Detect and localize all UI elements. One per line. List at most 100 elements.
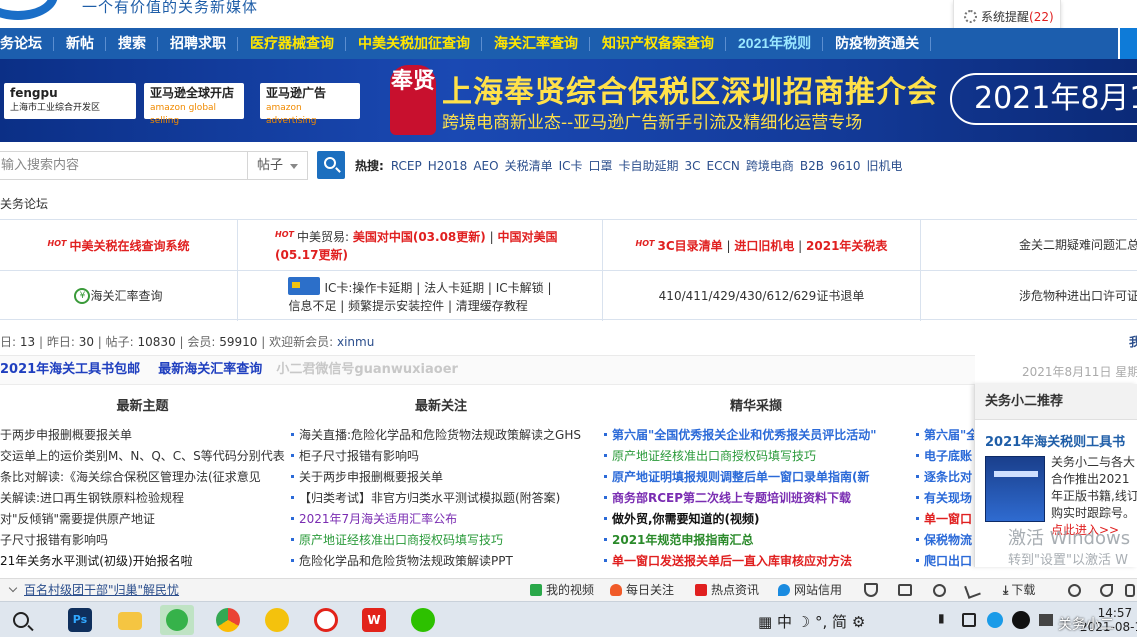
- list-item[interactable]: 21年关务水平测试(初级)开始报名啦: [0, 551, 285, 572]
- nav-item-medical[interactable]: 医疗器械查询: [238, 28, 346, 59]
- quick-link-tariff-query[interactable]: HOT 中美关税在线查询系统: [0, 220, 238, 270]
- nav-item-tariff-2021[interactable]: 2021年税则: [726, 28, 824, 59]
- list-item[interactable]: 2021年7月海关适用汇率公布: [291, 509, 591, 530]
- quick-link-certificate[interactable]: 410/411/429/430/612/629证书退单: [603, 271, 921, 321]
- nav-item-jobs[interactable]: 招聘求职: [158, 28, 238, 59]
- book-cover-image[interactable]: [985, 456, 1045, 522]
- list-item[interactable]: 电子底账: [916, 446, 976, 467]
- search-input[interactable]: 输入搜索内容: [0, 151, 248, 180]
- pin-icon[interactable]: [964, 582, 981, 599]
- recommend-book-title[interactable]: 2021年海关税则工具书: [985, 431, 1125, 450]
- search-icon[interactable]: [13, 612, 29, 628]
- nav-item-ip[interactable]: 知识产权备案查询: [590, 28, 726, 59]
- list-item[interactable]: 关于两步申报删概要报关单: [291, 467, 591, 488]
- promo-link-exchange[interactable]: 最新海关汇率查询: [158, 362, 262, 377]
- list-item[interactable]: 第六届"全: [916, 425, 976, 446]
- system-notice-popup[interactable]: 系统提醒(22): [953, 0, 1061, 31]
- list-item[interactable]: 【归类考试】非官方归类水平测试模拟题(附答案): [291, 488, 591, 509]
- list-item[interactable]: 关解读:进口再生钢铁原料检验规程: [0, 488, 285, 509]
- list-item[interactable]: 柜子尺寸报错有影响吗: [291, 446, 591, 467]
- hot-term[interactable]: 卡自助延期: [619, 159, 679, 173]
- list-item[interactable]: 原产地证明填报规则调整后单一窗口录单指南(新: [604, 467, 908, 488]
- list-item[interactable]: 海关直播:危险化学品和危险货物法规政策解读之GHS: [291, 425, 591, 446]
- list-item[interactable]: 子尺寸报错有影响吗: [0, 530, 285, 551]
- battery-icon[interactable]: ▮: [938, 611, 945, 625]
- settings-icon[interactable]: [1125, 584, 1135, 597]
- my-video-button[interactable]: 我的视频: [530, 579, 594, 601]
- list-item[interactable]: 有关现场: [916, 488, 976, 509]
- news-ticker[interactable]: 百名村级团干部"归巢"解民忧: [8, 579, 179, 601]
- nav-item-new-posts[interactable]: 新帖: [54, 28, 106, 59]
- browser-360-active-icon[interactable]: [160, 605, 194, 635]
- site-logo[interactable]: [0, 0, 58, 20]
- quick-link-jinguan[interactable]: 金关二期疑难问题汇总: [921, 220, 1137, 270]
- nav-item-exchange[interactable]: 海关汇率查询: [482, 28, 590, 59]
- quick-link-ic-card[interactable]: IC卡:操作卡延期 | 法人卡延期 | IC卡解锁 | 信息不足 | 频繁提示安装…: [238, 271, 603, 321]
- ime-tray[interactable]: ▦ 中 ☽ °, 简 ⚙: [758, 611, 865, 632]
- wechat-icon[interactable]: [411, 608, 435, 632]
- list-item[interactable]: 原产地证经核准出口商授权码填写技巧: [604, 446, 908, 467]
- hot-news-button[interactable]: 热点资讯: [695, 579, 759, 601]
- list-item[interactable]: 商务部RCEP第二次线上专题培训班资料下载: [604, 488, 908, 509]
- search-button[interactable]: [317, 151, 345, 179]
- browser-icon[interactable]: [265, 608, 289, 632]
- list-item[interactable]: 第六届"全国优秀报关企业和优秀报关员评比活动": [604, 425, 908, 446]
- ad-banner[interactable]: fengpu 上海市工业综合开发区 亚马逊全球开店 amazon global se…: [0, 59, 1137, 142]
- list-item[interactable]: 单一窗口发送报关单后一直入库审核应对方法: [604, 551, 908, 572]
- qq-icon[interactable]: [1012, 611, 1030, 629]
- shield-icon[interactable]: [864, 583, 878, 597]
- hot-term[interactable]: ECCN: [707, 159, 740, 173]
- quick-link-3c[interactable]: HOT 3C目录清单 | 进口旧机电 | 2021年关税表: [603, 220, 921, 270]
- hot-term[interactable]: 旧机电: [867, 159, 903, 173]
- new-member-link[interactable]: xinmu: [337, 335, 374, 349]
- hot-term[interactable]: IC卡: [559, 159, 583, 173]
- app-red-icon[interactable]: [314, 608, 338, 632]
- hot-term[interactable]: 9610: [830, 159, 861, 173]
- hot-term[interactable]: RCEP: [391, 159, 422, 173]
- nav-item-search[interactable]: 搜索: [106, 28, 158, 59]
- photoshop-icon[interactable]: Ps: [68, 608, 92, 632]
- quick-link-exchange[interactable]: ¥ 海关汇率查询: [0, 271, 238, 321]
- hot-term[interactable]: 3C: [685, 159, 701, 173]
- hot-term[interactable]: AEO: [473, 159, 498, 173]
- list-item[interactable]: 逐条比对: [916, 467, 976, 488]
- keyboard-icon[interactable]: [962, 613, 976, 627]
- list-item[interactable]: 爬口出口: [916, 551, 976, 572]
- quick-link-trade[interactable]: HOT 中美贸易: 美国对中国(03.08更新) | 中国对美国(05.17更新): [238, 220, 603, 270]
- refresh-icon[interactable]: [1068, 584, 1081, 597]
- my-link[interactable]: 我: [1129, 333, 1137, 350]
- list-item[interactable]: 对"反倾销"需要提供原产地证: [0, 509, 285, 530]
- folder-icon[interactable]: [118, 612, 142, 630]
- daily-focus-button[interactable]: 每日关注: [610, 579, 674, 601]
- search-scope-select[interactable]: 帖子: [248, 151, 308, 180]
- list-item[interactable]: 原产地证经核准出口商授权码填写技巧: [291, 530, 591, 551]
- speed-icon[interactable]: [933, 584, 946, 597]
- quick-link-species[interactable]: 涉危物种进出口许可证: [921, 271, 1137, 321]
- chrome-icon[interactable]: [216, 608, 240, 632]
- list-item[interactable]: 做外贸,你需要知道的(视频): [604, 509, 908, 530]
- volume-icon[interactable]: [1039, 614, 1053, 626]
- list-item[interactable]: 危险化学品和危险货物法规政策解读PPT: [291, 551, 591, 572]
- list-item[interactable]: 2021年规范申报指南汇总: [604, 530, 908, 551]
- nav-edge-button[interactable]: [1118, 28, 1137, 59]
- image-icon[interactable]: [898, 584, 912, 596]
- site-credit-button[interactable]: 网站信用: [778, 579, 842, 601]
- breadcrumb[interactable]: 关务论坛: [0, 195, 48, 212]
- network-icon[interactable]: [987, 612, 1003, 628]
- nav-item-forum[interactable]: 务论坛: [0, 28, 54, 59]
- history-icon[interactable]: [1100, 584, 1113, 597]
- nav-item-epidemic[interactable]: 防疫物资通关: [823, 28, 932, 59]
- list-item[interactable]: 交运单上的运价类别M、N、Q、C、S等代码分别代表: [0, 446, 285, 467]
- promo-link-tools[interactable]: 2021年海关工具书包邮: [0, 362, 140, 377]
- list-item[interactable]: 保税物流: [916, 530, 976, 551]
- download-button[interactable]: ⤓ 下载: [1003, 579, 1035, 601]
- hot-term[interactable]: 关税清单: [505, 159, 553, 173]
- hot-term[interactable]: B2B: [800, 159, 824, 173]
- list-item[interactable]: 条比对解读:《海关综合保税区管理办法(征求意见: [0, 467, 285, 488]
- hot-term[interactable]: 跨境电商: [746, 159, 794, 173]
- list-item[interactable]: 单一窗口: [916, 509, 976, 530]
- hot-term[interactable]: H2018: [428, 159, 468, 173]
- wps-icon[interactable]: W: [362, 608, 386, 632]
- hot-term[interactable]: 口罩: [589, 159, 613, 173]
- nav-item-tariff[interactable]: 中美关税加征查询: [346, 28, 482, 59]
